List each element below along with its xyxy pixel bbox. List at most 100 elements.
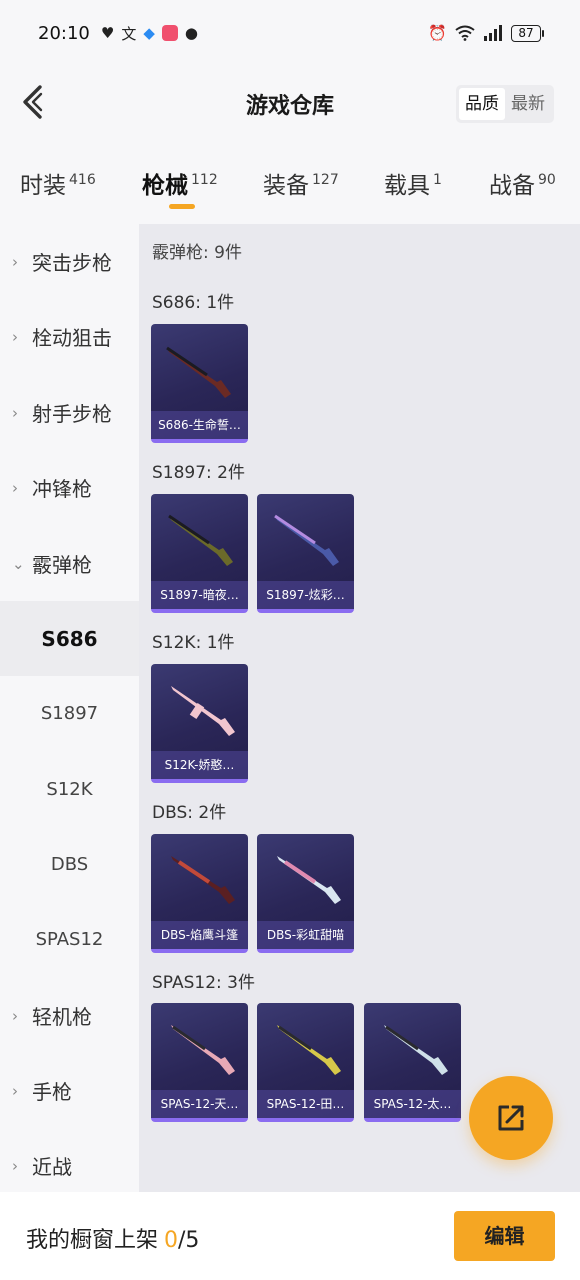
status-right: ⏰ 87 [428,24,544,42]
shotgun-image [277,1025,341,1075]
chevron-down-icon: ⌄ [12,554,25,573]
shotgun-image [166,346,231,398]
tab-label: 战备 [489,173,535,199]
active-tab-indicator [169,204,195,209]
wifi-icon [455,25,475,41]
item-name: DBS-焰鹰斗篷 [151,921,248,949]
group-label-s686: S686: 1件 [152,293,235,313]
sidebar: › 突击步枪 › 栓动狙击 › 射手步枪 › 冲锋枪 ⌄ 霰弹枪 S686 S1… [0,224,139,1192]
tab-label: 时装 [20,173,66,199]
tab-vehicles[interactable]: 载具 1 [384,166,442,200]
shotgun-image [384,1025,448,1075]
item-card[interactable]: DBS-焰鹰斗篷 [151,834,248,953]
sidebar-item-assault-rifle[interactable]: › 突击步枪 [0,224,139,299]
bottom-bar: 我的橱窗上架 0/5 编辑 [0,1192,580,1280]
item-name: DBS-彩虹甜喵 [257,921,354,949]
sidebar-item-marksman-rifle[interactable]: › 射手步枪 [0,375,139,450]
status-bar: 20:10 ♥ 文 ◆ ● ⏰ 87 [0,0,580,66]
item-card[interactable]: S1897-暗夜… [151,494,248,613]
category-tabs: 时装 416 枪械 112 装备 127 载具 1 战备 90 [0,142,580,224]
tab-label: 装备 [263,173,309,199]
tab-fashion[interactable]: 时装 416 [20,166,96,200]
shelf-label: 我的橱窗上架 [26,1228,159,1253]
item-card[interactable]: S12K-娇憨… [151,664,248,783]
item-card[interactable]: SPAS-12-天… [151,1003,248,1122]
item-name: S1897-炫彩… [257,581,354,609]
tab-supplies[interactable]: 战备 90 [489,166,556,200]
item-name: SPAS-12-天… [151,1090,248,1118]
item-card[interactable]: SPAS-12-太… [364,1003,461,1122]
app-icon [161,25,178,41]
tab-label: 载具 [384,173,430,199]
chevron-right-icon: › [12,1006,18,1025]
chevron-right-icon: › [12,1156,18,1175]
status-left: 20:10 ♥ 文 ◆ ● [38,23,198,44]
app-icon: ◆ [143,24,155,42]
shelf-total-count: /5 [178,1228,200,1253]
sidebar-item-label: 栓动狙击 [32,326,112,350]
sidebar-item-label: DBS [50,854,89,875]
shotgun-image [171,1025,235,1075]
share-button[interactable] [469,1076,553,1160]
tab-count: 127 [312,172,339,189]
sidebar-item-label: 霰弹枪 [32,553,92,577]
translate-icon: 文 [121,24,137,43]
category-total: 霰弹枪: 9件 [152,243,242,263]
edit-button[interactable]: 编辑 [454,1211,555,1261]
share-icon [498,1105,524,1131]
sidebar-item-label: 突击步枪 [32,251,112,275]
shotgun-image [277,856,341,904]
sidebar-item-s12k[interactable]: S12K [0,752,139,827]
group-label-s1897: S1897: 2件 [152,463,246,483]
sidebar-item-dbs[interactable]: DBS [0,827,139,902]
chat-icon: ● [184,24,198,42]
item-name: S12K-娇憨… [151,751,248,779]
chevron-right-icon: › [12,327,18,346]
sidebar-item-label: 近战 [32,1155,72,1179]
tab-equipment[interactable]: 装备 127 [263,166,339,200]
item-grid: 霰弹枪: 9件 S686: 1件 S686-生命誓… S1897: 2件 S18… [139,224,580,1192]
sidebar-item-label: SPAS12 [35,929,104,950]
chevron-right-icon: › [12,403,18,422]
item-name: SPAS-12-太… [364,1090,461,1118]
battery-indicator: 87 [511,24,544,42]
group-label-spas12: SPAS12: 3件 [152,973,255,993]
header: 游戏仓库 品质 最新 [0,66,580,142]
tab-count: 90 [538,172,556,189]
sidebar-item-label: S686 [41,626,98,651]
item-card[interactable]: DBS-彩虹甜喵 [257,834,354,953]
shelf-current-count: 0 [164,1228,179,1253]
sidebar-item-label: S1897 [40,703,99,724]
item-name: SPAS-12-田… [257,1090,354,1118]
tab-count: 112 [191,172,218,189]
sidebar-item-label: 轻机枪 [32,1005,92,1029]
sidebar-item-bolt-sniper[interactable]: › 栓动狙击 [0,299,139,374]
item-card[interactable]: S1897-炫彩… [257,494,354,613]
shotgun-image [168,514,233,566]
shotgun-image [274,514,339,566]
item-name: S686-生命誓… [151,411,248,439]
sidebar-item-s1897[interactable]: S1897 [0,676,139,751]
sidebar-item-shotgun[interactable]: ⌄ 霰弹枪 [0,526,139,601]
sort-option-newest[interactable]: 最新 [505,88,551,120]
sidebar-item-label: 射手步枪 [32,402,112,426]
sidebar-item-smg[interactable]: › 冲锋枪 [0,450,139,525]
tab-weapons[interactable]: 枪械 112 [142,166,218,200]
chevron-right-icon: › [12,1081,18,1100]
sidebar-item-spas12[interactable]: SPAS12 [0,902,139,977]
sort-option-quality[interactable]: 品质 [459,88,505,120]
item-card[interactable]: S686-生命誓… [151,324,248,443]
chevron-right-icon: › [12,478,18,497]
shotgun-image [171,856,235,904]
sidebar-item-label: 手枪 [32,1080,72,1104]
sidebar-item-label: S12K [46,779,93,800]
sidebar-item-lmg[interactable]: › 轻机枪 [0,978,139,1053]
shotgun-image [171,686,235,736]
tab-count: 416 [69,172,96,189]
sidebar-item-s686[interactable]: S686 [0,601,139,676]
item-card[interactable]: SPAS-12-田… [257,1003,354,1122]
chevron-right-icon: › [12,252,18,271]
sidebar-item-pistol[interactable]: › 手枪 [0,1053,139,1128]
shelf-status: 我的橱窗上架 0/5 [26,1222,199,1254]
tab-label: 枪械 [142,173,188,199]
